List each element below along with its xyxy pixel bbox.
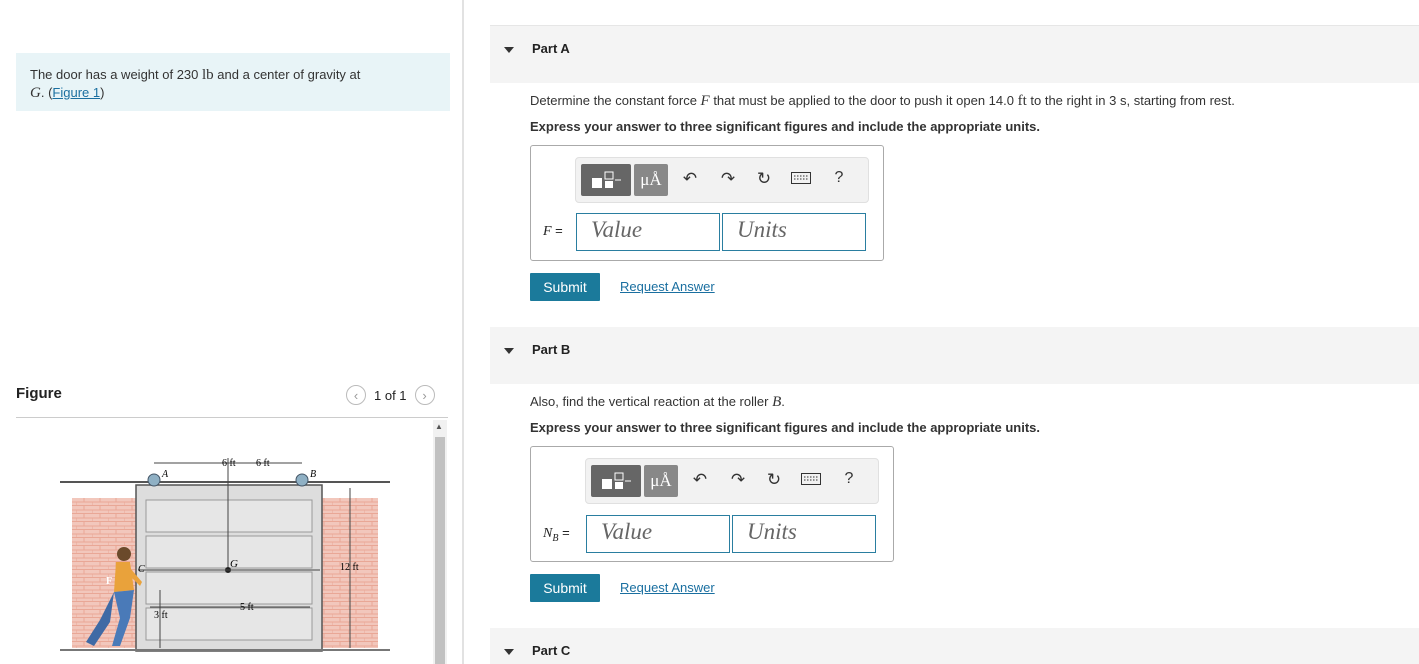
roller-A: [147, 473, 161, 487]
door-figure: 6 ft 6 ft A B C G F 12 ft 3 ft 5 ft: [60, 458, 390, 652]
problem-end: ): [100, 85, 105, 100]
pager-text: 1 of 1: [374, 387, 407, 403]
door-panel-1: [145, 499, 313, 533]
part-a-request-answer-link[interactable]: Request Answer: [620, 279, 715, 294]
scroll-thumb[interactable]: [435, 437, 445, 664]
undo-icon[interactable]: ↶: [679, 169, 701, 189]
q-text-mid: that must be applied to the door to push…: [709, 93, 1018, 108]
label-A: A: [161, 469, 169, 480]
figure-pager: ‹ 1 of 1 ›: [346, 385, 435, 405]
figure-header-line: [16, 417, 448, 418]
problem-dot: . (: [40, 85, 53, 100]
var-F: F: [700, 93, 710, 109]
door-panel-4: [145, 607, 313, 641]
problem-statement: The door has a weight of 230 lb and a ce…: [16, 53, 450, 111]
q-text-end: .: [781, 394, 785, 409]
math-toolbar: μÅ ↶ ↷ ↻ ?: [585, 458, 879, 504]
part-a-header[interactable]: Part A: [490, 26, 1419, 83]
redo-icon[interactable]: ↷: [727, 470, 749, 490]
units-icon[interactable]: μÅ: [634, 164, 668, 196]
value-input[interactable]: Value: [586, 515, 730, 553]
roller-B: [295, 473, 309, 487]
reset-icon[interactable]: ↻: [763, 470, 785, 490]
undo-icon[interactable]: ↶: [689, 470, 711, 490]
value-input[interactable]: Value: [576, 213, 720, 251]
label-6ft-a: 6 ft: [222, 458, 236, 469]
label-var: N: [543, 526, 553, 541]
label-eq: =: [558, 525, 570, 540]
part-b-instruction: Express your answer to three significant…: [530, 420, 1040, 435]
label-C: C: [138, 564, 145, 575]
part-c-header[interactable]: Part C: [490, 628, 1419, 664]
help-icon[interactable]: ?: [828, 169, 850, 187]
unit-ft: ft: [1017, 93, 1027, 109]
part-c-title: Part C: [532, 643, 571, 658]
problem-text: The door has a weight of 230: [30, 67, 203, 82]
label-6ft-b: 6 ft: [256, 458, 270, 469]
chevron-right-icon[interactable]: ›: [414, 385, 435, 405]
label-5ft: 5 ft: [240, 602, 254, 613]
keyboard-icon[interactable]: [800, 470, 822, 490]
part-a-instruction: Express your answer to three significant…: [530, 119, 1040, 134]
part-b-submit-button[interactable]: Submit: [530, 574, 600, 602]
door-panel-2: [145, 535, 313, 569]
label-F: F: [106, 576, 112, 587]
part-a-submit-button[interactable]: Submit: [530, 273, 600, 301]
label-eq: =: [551, 223, 563, 238]
figure-title: Figure: [16, 385, 62, 402]
column-divider: [462, 0, 464, 664]
units-input[interactable]: Units: [722, 213, 866, 251]
part-b-question: Also, find the vertical reaction at the …: [530, 394, 785, 411]
reset-icon[interactable]: ↻: [753, 169, 775, 189]
templates-icon[interactable]: [581, 164, 631, 196]
q-text: Also, find the vertical reaction at the …: [530, 394, 773, 409]
var-B: B: [772, 394, 782, 410]
label-12ft: 12 ft: [340, 562, 359, 573]
unit-lb: lb: [202, 67, 214, 83]
part-b-answer-box: μÅ ↶ ↷ ↻ ? NB = Value Units: [530, 446, 894, 562]
answer-label-F: F =: [543, 223, 563, 240]
q-text: Determine the constant force: [530, 93, 701, 108]
part-a-question: Determine the constant force F that must…: [530, 93, 1235, 110]
var-G: G: [30, 85, 41, 101]
units-input[interactable]: Units: [732, 515, 876, 553]
part-a-answer-box: μÅ ↶ ↷ ↻ ? F = Value Units: [530, 145, 884, 261]
part-a-title: Part A: [532, 41, 570, 56]
label-B: B: [310, 469, 316, 480]
label-G: G: [230, 558, 238, 570]
person-head: [117, 547, 131, 561]
math-toolbar: μÅ ↶ ↷ ↻ ?: [575, 157, 869, 203]
help-icon[interactable]: ?: [838, 470, 860, 488]
figure-link[interactable]: Figure 1: [52, 85, 100, 100]
answer-label-NB: NB =: [543, 525, 570, 544]
collapse-caret-icon[interactable]: [504, 47, 514, 53]
label-var: F: [543, 224, 552, 239]
label-3ft: 3 ft: [154, 610, 168, 621]
keyboard-icon[interactable]: [790, 169, 812, 189]
part-b-header[interactable]: Part B: [490, 327, 1419, 384]
part-b-title: Part B: [532, 342, 571, 357]
chevron-left-icon[interactable]: ‹: [346, 385, 366, 405]
collapse-caret-icon[interactable]: [504, 649, 514, 655]
collapse-caret-icon[interactable]: [504, 348, 514, 354]
templates-icon[interactable]: [591, 465, 641, 497]
units-icon[interactable]: μÅ: [644, 465, 678, 497]
door-panel-3: [145, 571, 313, 605]
scroll-up-icon[interactable]: ▲: [435, 422, 443, 431]
problem-text-mid: and a center of gravity at: [213, 67, 361, 82]
part-b-request-answer-link[interactable]: Request Answer: [620, 580, 715, 595]
q-text-end: to the right in 3 s, starting from rest.: [1026, 93, 1235, 108]
redo-icon[interactable]: ↷: [717, 169, 739, 189]
